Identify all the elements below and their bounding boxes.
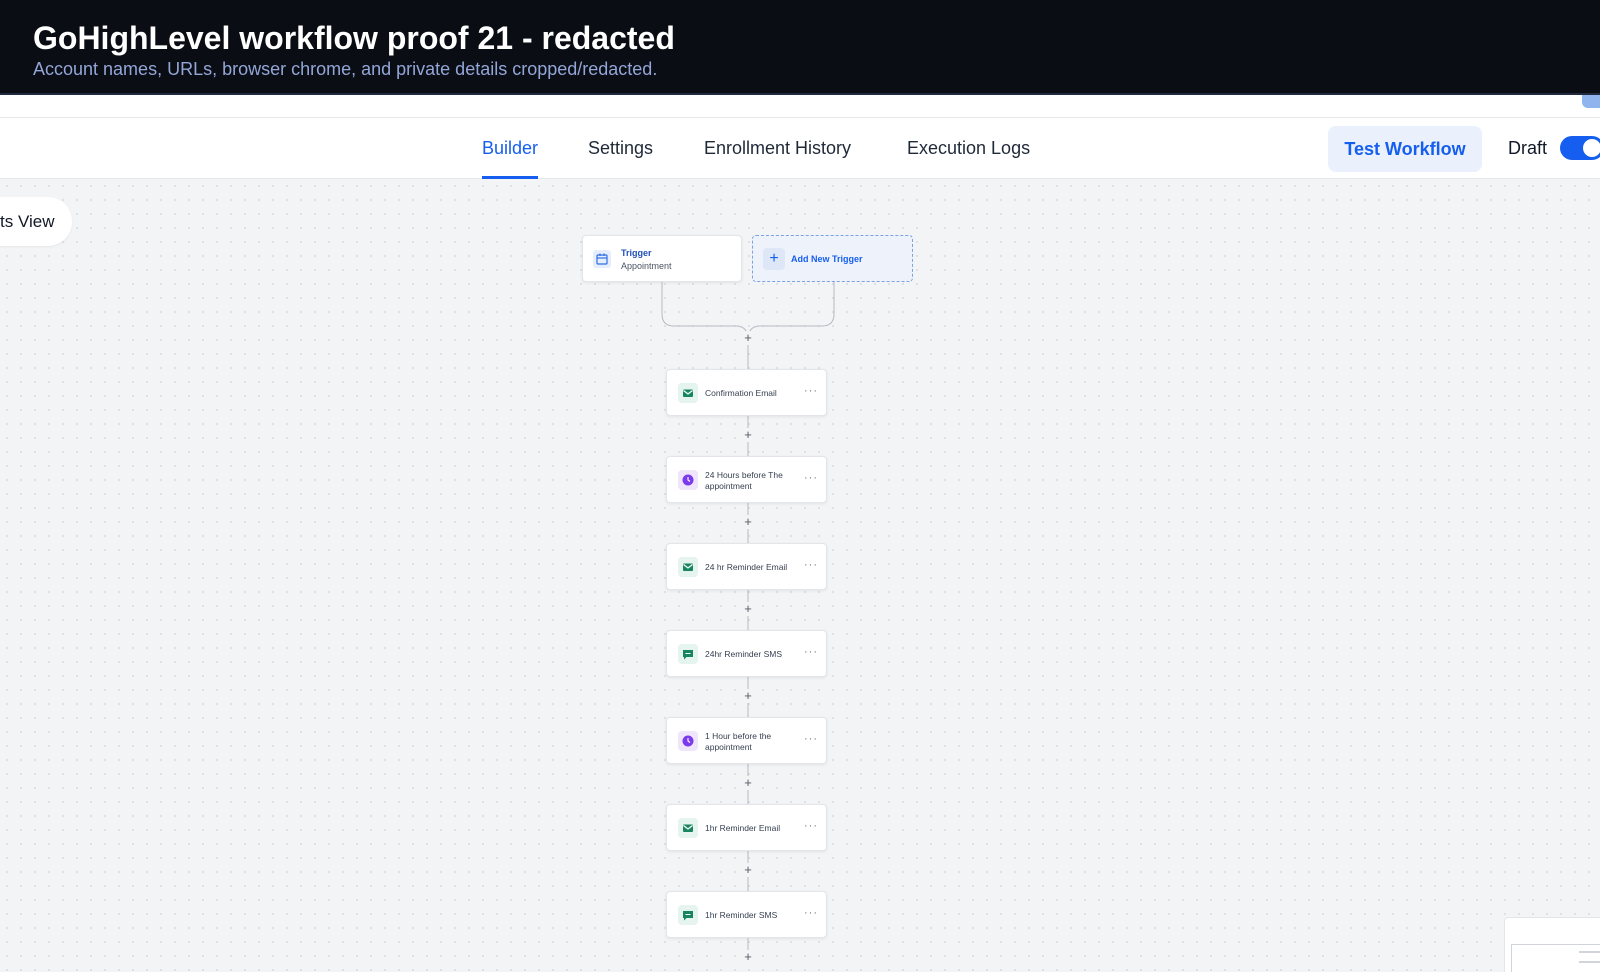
more-options-icon[interactable]: ··· (804, 472, 818, 484)
tab-settings[interactable]: Settings (588, 118, 653, 179)
more-options-icon[interactable]: ··· (804, 385, 818, 397)
strip-tag (1582, 95, 1600, 108)
add-action-plus-button[interactable]: + (741, 776, 755, 790)
banner-title: GoHighLevel workflow proof 21 - redacted (33, 20, 675, 56)
test-workflow-button[interactable]: Test Workflow (1328, 126, 1482, 172)
minimap-line (1579, 951, 1600, 953)
workflow-step-card[interactable]: 1hr Reminder SMS ··· (666, 891, 827, 938)
sms-icon (678, 905, 698, 925)
add-action-plus-button[interactable]: + (741, 515, 755, 529)
step-label: 1hr Reminder Email (705, 823, 781, 833)
tab-builder[interactable]: Builder (482, 118, 539, 179)
tab-enrollment-history[interactable]: Enrollment History (704, 118, 851, 179)
add-action-plus-button[interactable]: + (741, 863, 755, 877)
publish-toggle[interactable] (1560, 136, 1600, 160)
email-icon (678, 383, 698, 403)
add-action-plus-button[interactable]: + (741, 331, 755, 345)
step-label: 24 Hours before The appointment (705, 469, 783, 491)
add-action-plus-button[interactable]: + (741, 689, 755, 703)
wait-clock-icon (678, 731, 698, 751)
workflow-step-card[interactable]: 1 Hour before the appointment ··· (666, 717, 827, 764)
more-options-icon[interactable]: ··· (804, 820, 818, 832)
step-label: 24hr Reminder SMS (705, 649, 783, 659)
workflow-step-card[interactable]: Confirmation Email ··· (666, 369, 827, 416)
toggle-knob (1583, 139, 1600, 157)
more-options-icon[interactable]: ··· (804, 559, 818, 571)
top-strip (0, 95, 1600, 118)
draft-label: Draft (1508, 138, 1548, 158)
wait-clock-icon (678, 470, 698, 490)
minimap-viewport (1511, 944, 1600, 972)
workflow-step-card[interactable]: 1hr Reminder Email ··· (666, 804, 827, 851)
add-action-plus-button[interactable]: + (741, 950, 755, 964)
add-new-trigger-label: Add New Trigger (791, 254, 863, 264)
step-label: 24 hr Reminder Email (705, 562, 788, 572)
workflow-canvas[interactable]: ts View Trigger Appointment + Add New Tr… (0, 179, 1600, 972)
plus-icon: + (763, 248, 785, 270)
more-options-icon[interactable]: ··· (804, 646, 818, 658)
workflow-step-card[interactable]: 24 hr Reminder Email ··· (666, 543, 827, 590)
add-new-trigger-button[interactable]: + Add New Trigger (752, 235, 913, 282)
add-action-plus-button[interactable]: + (741, 428, 755, 442)
redaction-banner: GoHighLevel workflow proof 21 - redacted… (0, 0, 1600, 95)
banner-subtitle: Account names, URLs, browser chrome, and… (33, 59, 658, 79)
sms-icon (678, 644, 698, 664)
add-action-plus-button[interactable]: + (741, 602, 755, 616)
workflow-step-card[interactable]: 24hr Reminder SMS ··· (666, 630, 827, 677)
trigger-card[interactable]: Trigger Appointment (582, 235, 742, 282)
calendar-icon (593, 250, 611, 268)
workflow-nav: Builder Settings Enrollment History Exec… (0, 118, 1600, 179)
more-options-icon[interactable]: ··· (804, 907, 818, 919)
step-label: 1hr Reminder SMS (705, 910, 778, 920)
minimap-line (1579, 961, 1600, 963)
more-options-icon[interactable]: ··· (804, 733, 818, 745)
trigger-subtitle: Appointment (621, 261, 672, 271)
tab-execution-logs[interactable]: Execution Logs (907, 118, 1030, 179)
minimap[interactable] (1504, 917, 1600, 972)
trigger-title: Trigger (621, 248, 652, 258)
email-icon (678, 557, 698, 577)
step-label: Confirmation Email (705, 388, 777, 398)
step-label: 1 Hour before the appointment (705, 730, 772, 752)
email-icon (678, 818, 698, 838)
view-toggle-button[interactable]: ts View (0, 197, 72, 246)
workflow-step-card[interactable]: 24 Hours before The appointment ··· (666, 456, 827, 503)
